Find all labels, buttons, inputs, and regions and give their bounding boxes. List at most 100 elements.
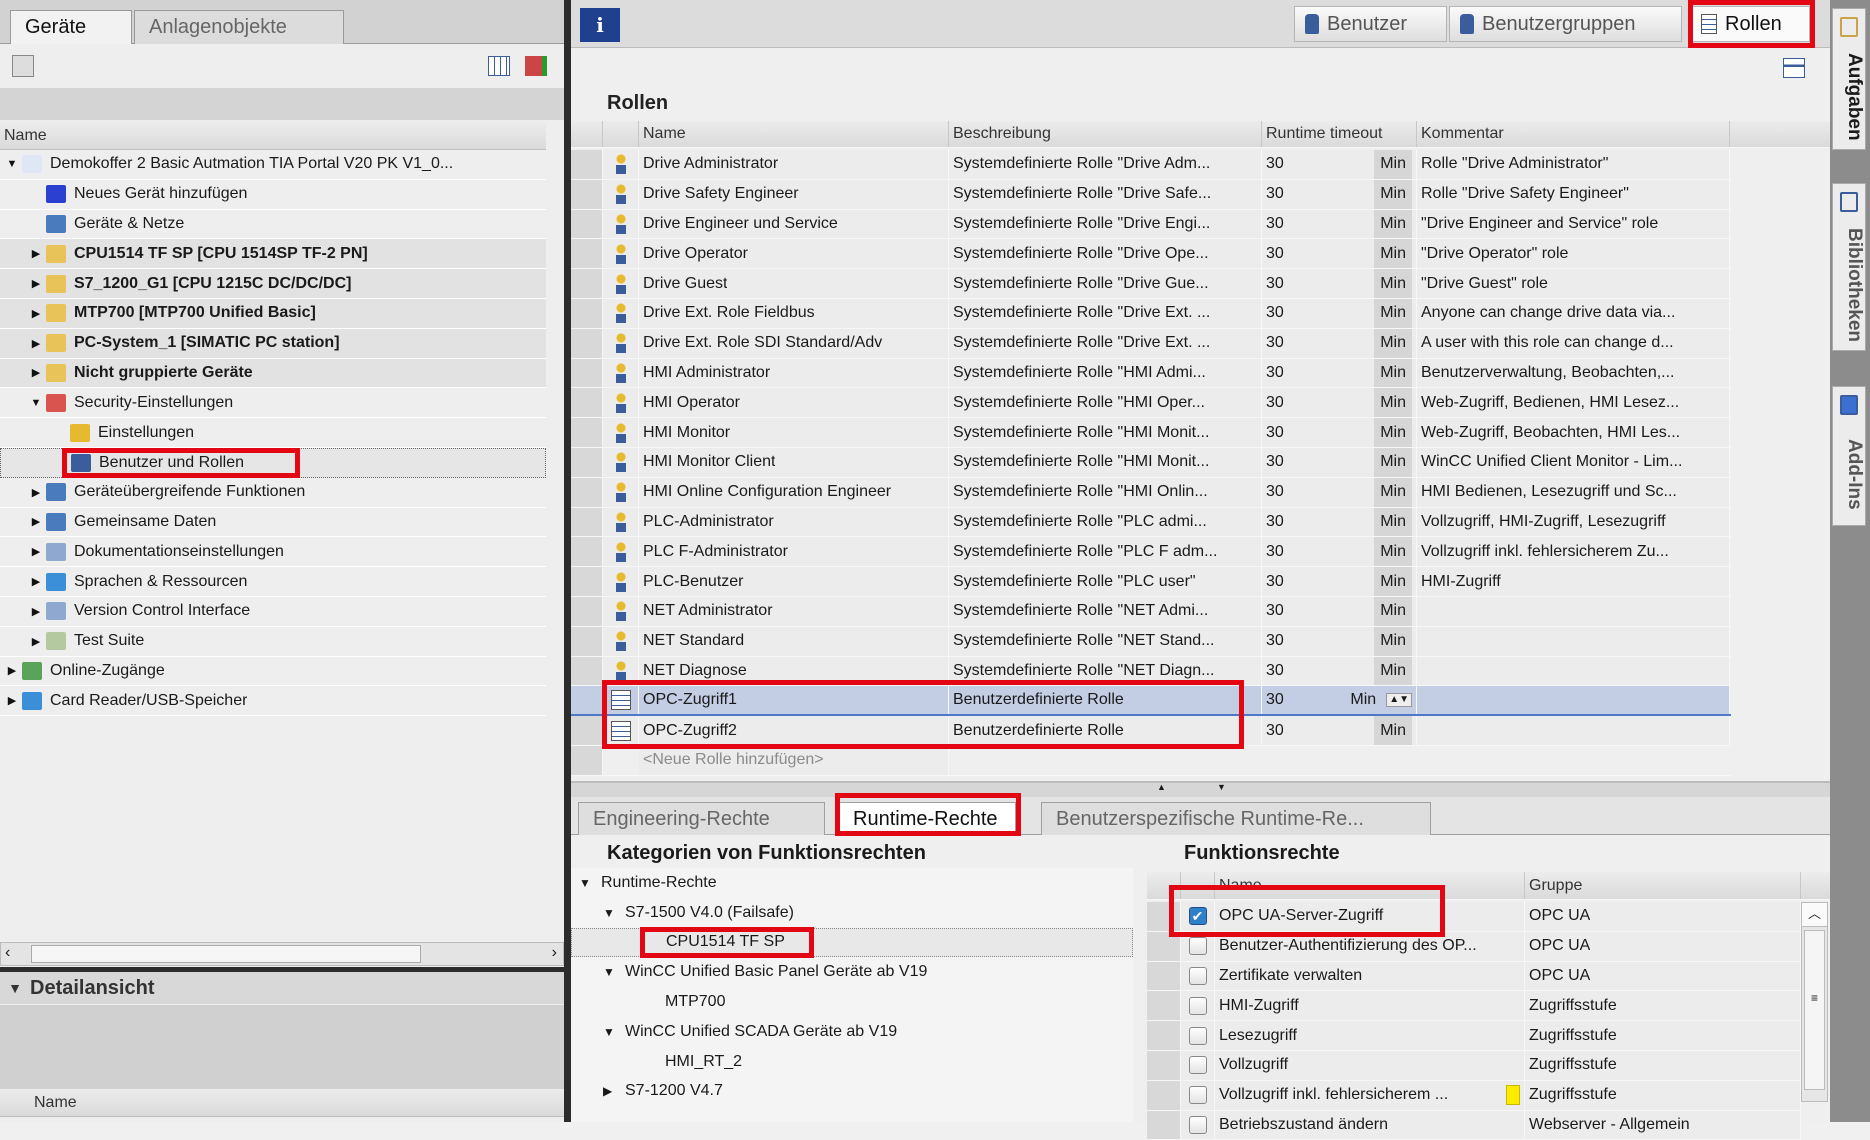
row-header[interactable] [571,328,603,358]
tab-engineering-rechte[interactable]: Engineering-Rechte [578,802,825,835]
role-name[interactable]: HMI Operator [639,388,949,418]
checkbox[interactable] [1188,1115,1207,1134]
table-settings-icon[interactable] [1783,58,1805,78]
timeout-unit[interactable]: Min [1374,418,1412,447]
checkbox-cell[interactable] [1181,1051,1215,1080]
role-name[interactable]: NET Standard [639,626,949,656]
row-header[interactable] [571,686,603,715]
checkbox[interactable] [1188,1026,1207,1045]
timeout-unit[interactable]: Min [1374,388,1412,418]
scroll-up-icon[interactable]: ︿ [1802,903,1827,927]
roles-button[interactable]: Rollen [1690,6,1810,42]
row-header[interactable] [571,209,603,239]
tree-item[interactable]: ▶ Version Control Interface [0,597,546,627]
role-comment[interactable]: Web-Zugriff, Beobachten, HMI Les... [1417,418,1730,447]
scroll-left-icon[interactable]: ‹ [5,944,10,962]
collapse-icon[interactable]: ▼ [0,980,30,996]
role-comment[interactable] [1417,656,1730,686]
right-row[interactable]: Zertifikate verwalten OPC UA [1147,961,1801,992]
timeout-unit[interactable]: Min [1374,626,1412,656]
tab-aufgaben[interactable]: Aufgaben [1832,8,1866,150]
role-name[interactable]: NET Administrator [639,597,949,626]
column-header[interactable]: Name [639,121,949,147]
role-description[interactable]: Systemdefinierte Rolle "HMI Oper... [949,388,1262,418]
checkbox-cell[interactable] [1181,1080,1215,1110]
role-timeout[interactable]: 30 Min [1262,150,1417,179]
role-timeout[interactable]: 30 Min [1262,418,1417,447]
right-row[interactable]: Betriebszustand ändern Webserver - Allgem… [1147,1110,1801,1140]
column-header[interactable]: Kommentar [1417,121,1730,147]
timeout-unit[interactable]: Min [1374,150,1412,179]
tree-item[interactable]: ▶ Sprachen & Ressourcen [0,567,546,597]
expand-toggle-icon[interactable]: ▼ [579,876,601,890]
expand-toggle-icon[interactable]: ▶ [30,575,42,588]
category-item[interactable]: ▼ WinCC Unified Basic Panel Geräte ab V19 [571,957,1133,987]
role-row[interactable]: OPC-Zugriff2 Benutzerdefinierte Rolle 30 Mi… [571,716,1731,746]
tree-item[interactable]: ▶ Nicht gruppierte Geräte [0,358,546,389]
timeout-unit[interactable]: Min [1374,537,1412,567]
role-comment[interactable] [1417,716,1730,745]
category-item[interactable]: ▶ S7-1200 V4.7 [571,1077,1133,1107]
tree-item[interactable]: Einstellungen [0,418,546,448]
role-timeout[interactable]: 30 Min [1262,448,1417,477]
role-comment[interactable] [1417,626,1730,656]
expand-toggle-icon[interactable]: ▶ [30,307,42,320]
role-name[interactable]: HMI Online Configuration Engineer [639,477,949,507]
expand-toggle-icon[interactable]: ▶ [30,337,42,350]
category-item[interactable]: ▼ Runtime-Rechte [571,868,1133,898]
horizontal-splitter[interactable]: ▲ ▼ [571,781,1830,797]
row-header[interactable] [571,418,603,447]
role-row[interactable]: Drive Guest Systemdefinierte Rolle "Drive… [571,269,1731,299]
row-header[interactable] [571,299,603,328]
role-name[interactable]: Drive Ext. Role SDI Standard/Adv [639,328,949,358]
role-description[interactable]: Systemdefinierte Rolle "NET Stand... [949,626,1262,656]
role-description[interactable]: Systemdefinierte Rolle "HMI Monit... [949,418,1262,447]
role-description[interactable]: Systemdefinierte Rolle "PLC admi... [949,507,1262,537]
role-row[interactable]: Drive Ext. Role Fieldbus Systemdefinierte… [571,299,1731,329]
role-comment[interactable]: HMI Bedienen, Lesezugriff und Sc... [1417,477,1730,507]
splitter-up-icon[interactable]: ▲ [1157,782,1166,792]
role-timeout[interactable]: 30 Min [1262,209,1417,239]
role-row[interactable]: NET Standard Systemdefinierte Rolle "NET … [571,626,1731,657]
rights-scrollbar[interactable]: ︿ ≡ [1801,902,1828,1102]
expand-toggle-icon[interactable]: ▼ [30,397,42,409]
tree-column-header[interactable]: Name [0,122,546,150]
role-name[interactable]: OPC-Zugriff1 [639,686,949,715]
scrollbar-thumb[interactable] [31,945,421,963]
role-timeout[interactable]: 30 Min [1262,537,1417,567]
tab-runtime-rechte[interactable]: Runtime-Rechte [838,802,1016,835]
role-description[interactable]: Systemdefinierte Rolle "HMI Onlin... [949,477,1262,507]
role-row[interactable]: Drive Engineer und Service Systemdefinier… [571,209,1731,240]
row-header[interactable] [571,179,603,209]
info-icon[interactable]: i [580,8,620,42]
role-timeout[interactable]: 30 Min [1262,179,1417,209]
category-item[interactable]: ▼ S7-1500 V4.0 (Failsafe) [571,898,1133,928]
tab-benutzerspezifische-runtime-rechte[interactable]: Benutzerspezifische Runtime-Re... [1041,802,1431,835]
vertical-splitter[interactable] [564,0,571,1122]
tab-anlagenobjekte[interactable]: Anlagenobjekte [134,10,344,44]
row-header[interactable] [571,150,603,179]
row-header[interactable] [571,448,603,477]
checkbox-checked[interactable]: ✔ [1188,907,1207,926]
role-description[interactable]: Systemdefinierte Rolle "Drive Ope... [949,239,1262,269]
tree-item[interactable]: Geräte & Netze [0,210,546,240]
role-timeout[interactable]: 30 Min [1262,477,1417,507]
role-timeout[interactable]: 30 Min [1262,656,1417,686]
role-row[interactable]: PLC-Benutzer Systemdefinierte Rolle "PLC … [571,567,1731,597]
role-comment[interactable]: Rolle "Drive Safety Engineer" [1417,179,1730,209]
checkbox-cell[interactable] [1181,1021,1215,1050]
timeout-unit[interactable]: Min [1374,448,1412,477]
timeout-unit[interactable]: Min [1374,299,1412,328]
role-description[interactable]: Systemdefinierte Rolle "NET Admi... [949,597,1262,626]
row-header[interactable] [571,358,603,388]
row-header[interactable] [571,716,603,745]
expand-toggle-icon[interactable]: ▶ [30,515,42,528]
role-row[interactable]: NET Diagnose Systemdefinierte Rolle "NET … [571,656,1731,687]
category-item[interactable]: MTP700 [571,987,1133,1017]
export-table-icon[interactable] [525,56,547,76]
row-header[interactable] [571,626,603,656]
right-row[interactable]: ✔ OPC UA-Server-Zugriff OPC UA [1147,902,1801,932]
role-timeout[interactable]: 30 Min [1262,239,1417,269]
role-row[interactable]: HMI Operator Systemdefinierte Rolle "HMI … [571,388,1731,419]
role-timeout[interactable]: 30 Min [1262,328,1417,358]
